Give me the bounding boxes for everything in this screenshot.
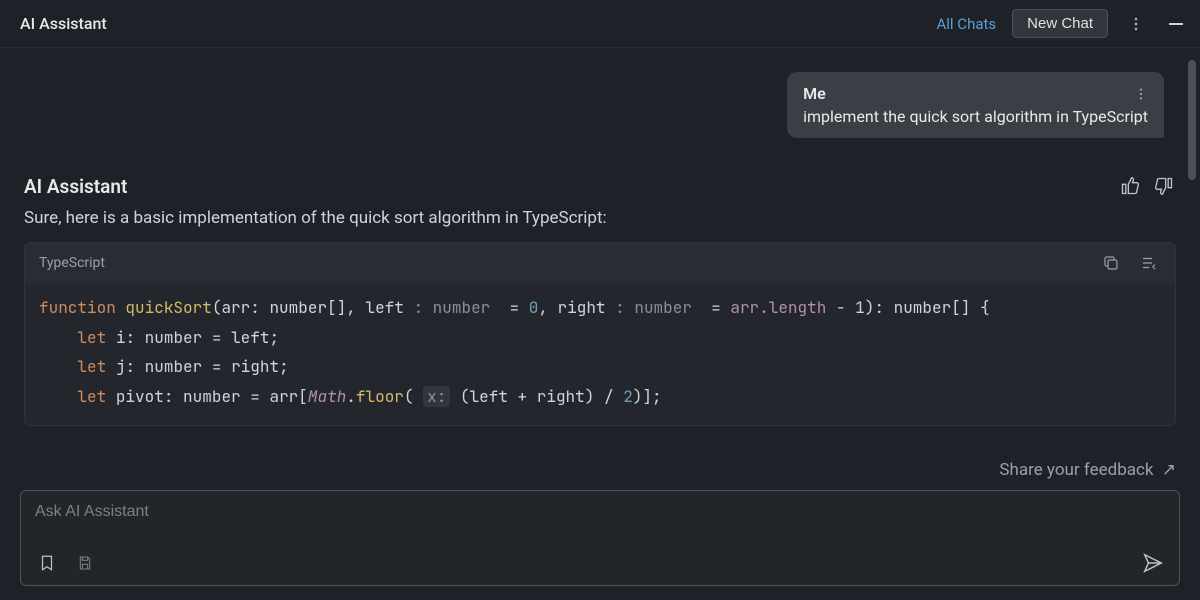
all-chats-link[interactable]: All Chats <box>937 15 997 33</box>
user-message-bubble: Me implement the quick sort algorithm in… <box>787 72 1164 138</box>
chat-area: Me implement the quick sort algorithm in… <box>0 48 1200 450</box>
code-language-label: TypeScript <box>39 255 105 271</box>
app-title: AI Assistant <box>20 14 107 33</box>
code-body[interactable]: function quickSort(arr: number[], left :… <box>25 283 1175 425</box>
more-options-icon[interactable] <box>1124 12 1148 36</box>
copy-code-icon[interactable] <box>1099 251 1123 275</box>
new-chat-button[interactable]: New Chat <box>1012 9 1108 38</box>
assistant-intro-text: Sure, here is a basic implementation of … <box>24 208 1176 228</box>
assistant-author-label: AI Assistant <box>24 175 127 198</box>
bookmark-icon[interactable] <box>35 551 59 575</box>
minimize-icon[interactable] <box>1164 12 1188 36</box>
titlebar: AI Assistant All Chats New Chat <box>0 0 1200 48</box>
scrollbar-thumb[interactable] <box>1188 60 1196 180</box>
user-message-menu-icon[interactable] <box>1134 87 1148 101</box>
save-icon[interactable] <box>73 551 97 575</box>
code-header: TypeScript <box>25 243 1175 283</box>
external-link-icon: ↗ <box>1158 460 1176 480</box>
user-message-text: implement the quick sort algorithm in Ty… <box>803 107 1148 126</box>
composer <box>20 490 1180 586</box>
send-icon[interactable] <box>1141 551 1165 575</box>
share-feedback-link[interactable]: Share your feedback ↗ <box>0 450 1200 490</box>
composer-input[interactable] <box>35 503 1165 521</box>
assistant-message: AI Assistant Sure, here is a basic imple… <box>24 174 1176 426</box>
user-message-row: Me implement the quick sort algorithm in… <box>24 72 1176 138</box>
code-block: TypeScript function quickSort(arr: numbe… <box>24 242 1176 426</box>
titlebar-actions: All Chats New Chat <box>937 9 1189 38</box>
feedback-icons <box>1118 174 1176 198</box>
thumbs-up-icon[interactable] <box>1118 174 1142 198</box>
thumbs-down-icon[interactable] <box>1152 174 1176 198</box>
user-author-label: Me <box>803 84 826 103</box>
insert-code-icon[interactable] <box>1137 251 1161 275</box>
